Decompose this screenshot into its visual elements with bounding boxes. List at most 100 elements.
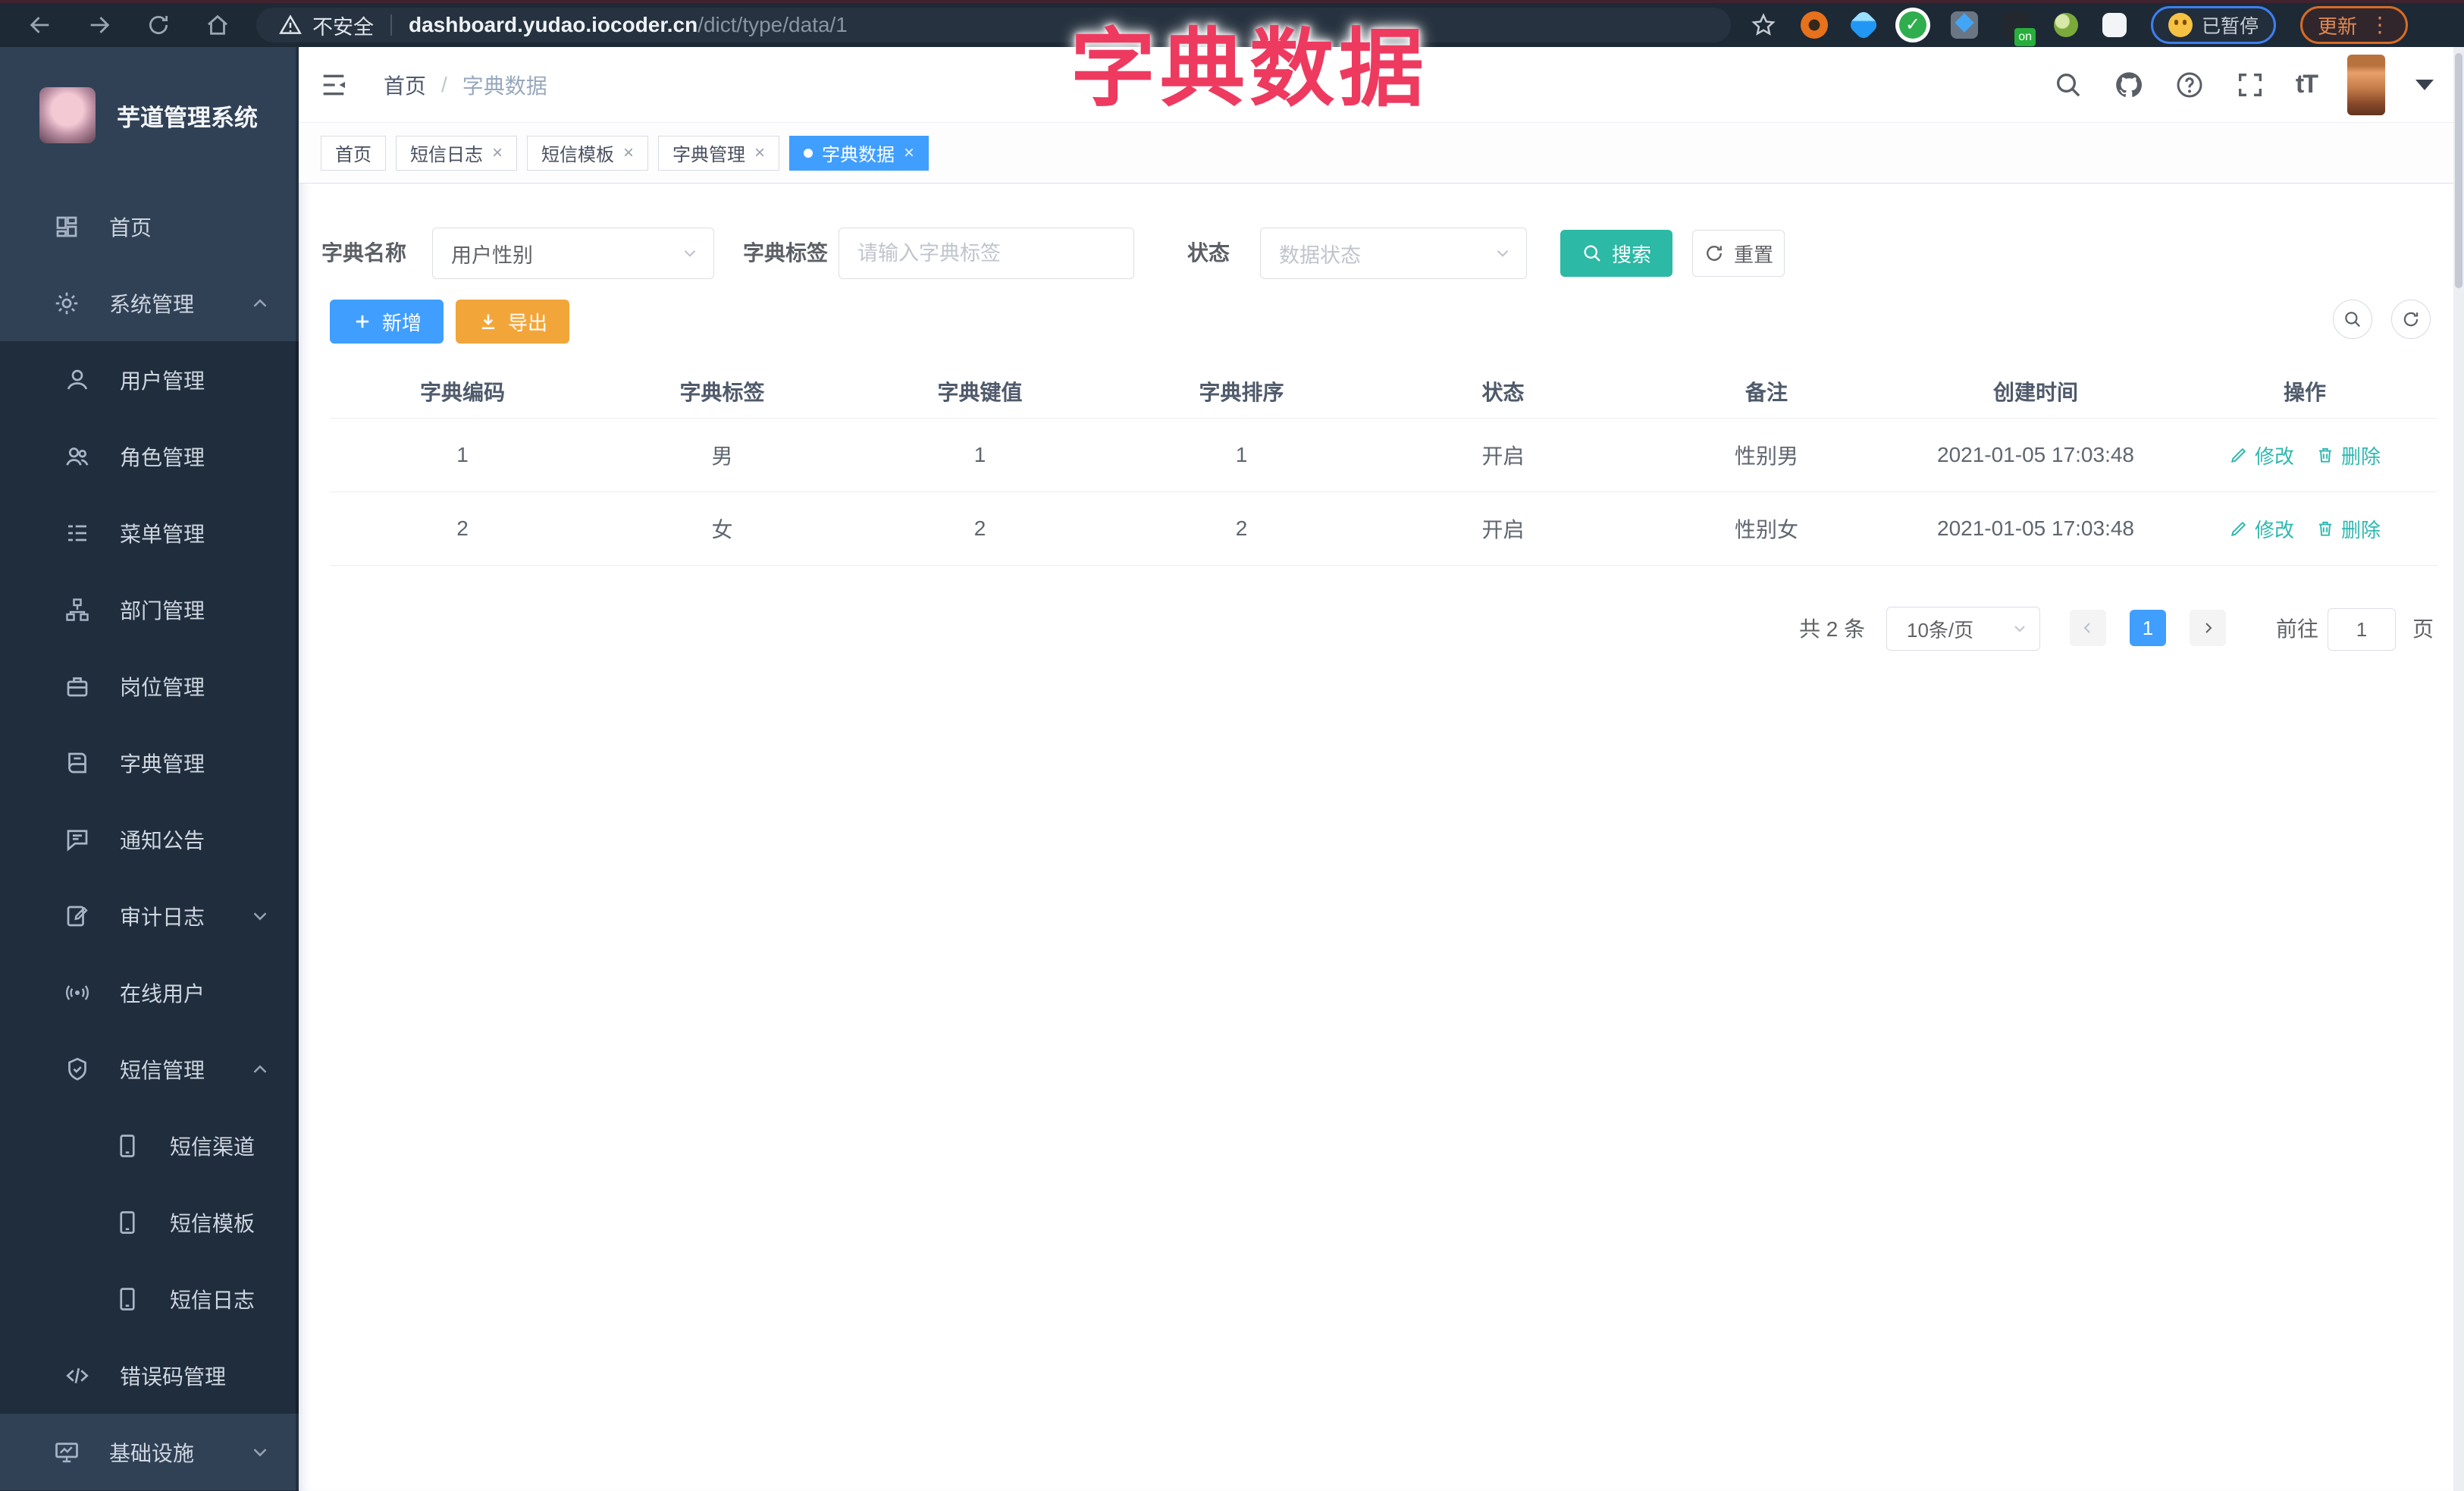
edit-link[interactable]: 修改	[2229, 441, 2294, 469]
extension-check-icon[interactable]	[1899, 11, 1926, 39]
plus-icon	[352, 311, 373, 332]
extension-gem-icon[interactable]	[1847, 8, 1880, 42]
refresh-icon	[1704, 243, 1725, 264]
tab-label: 字典数据	[822, 145, 895, 165]
add-button[interactable]: 新增	[330, 300, 444, 344]
avatar[interactable]	[2347, 54, 2385, 115]
column-header: 状态	[1481, 380, 1525, 404]
scrollbar-thumb[interactable]	[2455, 53, 2462, 288]
tab-sms-log[interactable]: 短信日志 ×	[396, 135, 518, 171]
breadcrumb-separator: /	[441, 72, 447, 96]
security-label: 不安全	[312, 15, 374, 39]
sidebar-item-online-users[interactable]: 在线用户	[0, 954, 299, 1031]
refresh-icon	[2401, 309, 2421, 329]
cell-code: 2	[456, 516, 469, 540]
sidebar-item-system[interactable]: 系统管理	[0, 265, 299, 341]
close-icon[interactable]: ×	[492, 143, 503, 164]
avatar-caret-icon[interactable]	[2415, 79, 2434, 90]
overlay-annotation-title: 字典数据	[1071, 21, 1428, 116]
sidebar-item-posts[interactable]: 岗位管理	[0, 648, 299, 724]
browser-forward-icon[interactable]	[86, 12, 112, 38]
reset-button[interactable]: 重置	[1692, 230, 1785, 277]
browser-home-icon[interactable]	[205, 12, 230, 38]
prev-page-button[interactable]	[2070, 610, 2106, 646]
help-icon[interactable]	[2174, 70, 2205, 100]
tab-label: 短信日志	[410, 145, 483, 165]
refresh-table-button[interactable]	[2391, 300, 2431, 339]
browser-back-icon[interactable]	[27, 12, 53, 38]
org-tree-icon	[64, 596, 91, 623]
browser-reload-icon[interactable]	[146, 12, 171, 38]
dict-tag-input[interactable]	[839, 228, 1134, 279]
reset-button-label: 重置	[1733, 243, 1773, 266]
table-row[interactable]: 1 男 1 1 开启 性别男 2021-01-05 17:03:48 修改 删除	[330, 419, 2437, 492]
breadcrumb-home[interactable]: 首页	[384, 70, 426, 100]
sidebar-item-sms-template[interactable]: 短信模板	[0, 1184, 299, 1260]
dict-tag-label: 字典标签	[743, 241, 829, 265]
address-bar[interactable]: 不安全 dashboard.yudao.iocoder.cn /dict/typ…	[256, 8, 1731, 42]
bookmark-star-icon[interactable]	[1751, 12, 1776, 38]
extensions-puzzle-icon[interactable]	[2102, 13, 2127, 37]
cell-created: 2021-01-05 17:03:48	[1937, 443, 2134, 466]
paused-label: 已暂停	[2202, 16, 2259, 37]
page-size-select[interactable]: 10条/页	[1886, 607, 2040, 651]
sidebar-item-error-codes[interactable]: 错误码管理	[0, 1337, 299, 1414]
delete-link[interactable]: 删除	[2315, 515, 2381, 543]
dict-name-label: 字典名称	[321, 241, 407, 265]
sidebar-item-audit-log[interactable]: 审计日志	[0, 877, 299, 954]
extension-leaf-icon[interactable]	[2054, 13, 2078, 37]
active-dot	[804, 148, 813, 158]
sidebar-item-notice[interactable]: 通知公告	[0, 801, 299, 877]
search-icon[interactable]	[2053, 70, 2083, 100]
close-icon[interactable]: ×	[754, 143, 765, 164]
tab-home[interactable]: 首页	[321, 135, 386, 171]
tab-dict-manage[interactable]: 字典管理 ×	[658, 135, 780, 171]
dictionary-book-icon	[64, 749, 91, 777]
tab-dict-data[interactable]: 字典数据 ×	[789, 135, 929, 171]
sidebar-item-users[interactable]: 用户管理	[0, 341, 299, 418]
page-number-button[interactable]: 1	[2130, 610, 2166, 646]
status-select[interactable]: 数据状态	[1260, 228, 1527, 279]
font-size-icon[interactable]: tT	[2296, 70, 2318, 99]
extension-on-icon[interactable]: on	[2002, 11, 2036, 46]
sidebar-item-roles[interactable]: 角色管理	[0, 418, 299, 494]
goto-page-input[interactable]	[2328, 608, 2396, 651]
close-icon[interactable]: ×	[904, 143, 914, 164]
sidebar-item-menus[interactable]: 菜单管理	[0, 494, 299, 571]
sidebar-item-label: 用户管理	[120, 369, 205, 393]
extension-orange-icon[interactable]	[1801, 11, 1828, 39]
sidebar-item-home[interactable]: 首页	[0, 188, 299, 265]
delete-link[interactable]: 删除	[2315, 441, 2381, 469]
app-logo-row[interactable]: 芋道管理系统	[0, 47, 299, 184]
dict-name-select[interactable]: 用户性别	[432, 228, 714, 279]
toggle-search-button[interactable]	[2333, 300, 2372, 339]
trash-icon	[2315, 445, 2335, 465]
edit-label: 修改	[2254, 518, 2294, 541]
tab-sms-template[interactable]: 短信模板 ×	[527, 135, 649, 171]
edit-link[interactable]: 修改	[2229, 515, 2294, 543]
next-page-button[interactable]	[2190, 610, 2226, 646]
export-button[interactable]: 导出	[456, 300, 569, 344]
browser-menu-icon[interactable]: ⋮	[2369, 14, 2390, 36]
sidebar-item-infrastructure[interactable]: 基础设施	[0, 1414, 299, 1490]
sidebar-item-sms[interactable]: 短信管理	[0, 1031, 299, 1107]
extension-diamond-icon[interactable]	[1951, 11, 1978, 39]
sidebar-fold-icon[interactable]	[318, 70, 349, 100]
browser-update-button[interactable]: 更新 ⋮	[2300, 6, 2409, 44]
cell-remark: 性别女	[1734, 518, 1798, 541]
fullscreen-icon[interactable]	[2235, 70, 2265, 100]
close-icon[interactable]: ×	[623, 143, 634, 164]
sidebar-item-sms-channel[interactable]: 短信渠道	[0, 1107, 299, 1184]
search-button[interactable]: 搜索	[1560, 230, 1672, 277]
profile-paused-chip[interactable]: 已暂停	[2151, 6, 2277, 44]
cell-code: 1	[456, 443, 469, 466]
table-row[interactable]: 2 女 2 2 开启 性别女 2021-01-05 17:03:48 修改 删除	[330, 492, 2437, 566]
window-scrollbar[interactable]	[2453, 47, 2464, 1491]
sidebar-item-sms-log[interactable]: 短信日志	[0, 1260, 299, 1337]
sidebar-item-departments[interactable]: 部门管理	[0, 571, 299, 648]
cell-value: 1	[973, 443, 986, 466]
column-header: 创建时间	[1992, 380, 2078, 404]
github-icon[interactable]	[2114, 70, 2144, 100]
sidebar-item-dict[interactable]: 字典管理	[0, 724, 299, 801]
sidebar-item-label: 在线用户	[120, 981, 205, 1006]
